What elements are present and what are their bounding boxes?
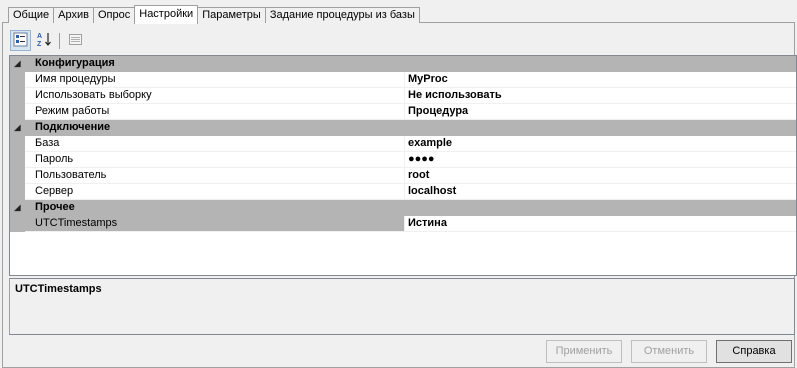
property-name: UTCTimestamps	[25, 216, 405, 232]
property-value[interactable]: MyProc	[405, 72, 796, 88]
tab-general[interactable]: Общие	[8, 7, 55, 23]
property-row-mode[interactable]: Режим работы Процедура	[10, 104, 796, 120]
property-value[interactable]: localhost	[405, 184, 796, 200]
property-row-password[interactable]: Пароль ●●●●	[10, 152, 796, 168]
tab-archive[interactable]: Архив	[53, 7, 94, 23]
toolbar-separator	[59, 32, 60, 49]
property-name: Имя процедуры	[25, 72, 405, 88]
tab-poll[interactable]: Опрос	[93, 7, 136, 23]
category-label: Подключение	[35, 121, 111, 133]
category-label: Прочее	[35, 201, 75, 213]
tab-strip: Общие Архив Опрос Настройки Параметры За…	[8, 5, 420, 24]
property-grid[interactable]: ◢ Конфигурация Имя процедуры MyProc Испо…	[9, 55, 797, 276]
tab-parameters[interactable]: Параметры	[197, 7, 266, 23]
svg-text:A: A	[37, 33, 42, 40]
category-other[interactable]: ◢ Прочее	[10, 200, 796, 216]
property-pages-button[interactable]	[65, 30, 86, 51]
property-value[interactable]: ●●●●	[405, 152, 796, 168]
property-row-server[interactable]: Сервер localhost	[10, 184, 796, 200]
categorized-button[interactable]	[10, 30, 31, 51]
help-button[interactable]: Справка	[716, 340, 792, 363]
alphabetical-button[interactable]: A Z	[33, 30, 54, 51]
property-name: База	[25, 136, 405, 152]
sort-alphabetical-icon: A Z	[36, 31, 52, 50]
property-row-use-selection[interactable]: Использовать выборку Не использовать	[10, 88, 796, 104]
collapse-icon[interactable]: ◢	[10, 120, 25, 136]
collapse-icon[interactable]: ◢	[10, 200, 25, 216]
property-value[interactable]: example	[405, 136, 796, 152]
property-name: Сервер	[25, 184, 405, 200]
property-row-user[interactable]: Пользователь root	[10, 168, 796, 184]
category-connection[interactable]: ◢ Подключение	[10, 120, 796, 136]
category-configuration[interactable]: ◢ Конфигурация	[10, 56, 796, 72]
tab-settings[interactable]: Настройки	[134, 5, 199, 24]
property-value[interactable]: root	[405, 168, 796, 184]
property-pages-icon	[68, 32, 83, 50]
property-row-procedure-name[interactable]: Имя процедуры MyProc	[10, 72, 796, 88]
property-value[interactable]: Истина	[405, 216, 796, 232]
categorized-view-icon	[13, 32, 28, 50]
description-title: UTCTimestamps	[15, 283, 102, 295]
property-row-database[interactable]: База example	[10, 136, 796, 152]
property-name: Использовать выборку	[25, 88, 405, 104]
property-grid-toolbar: A Z	[10, 30, 88, 51]
tab-procedure-from-db[interactable]: Задание процедуры из базы	[264, 7, 420, 23]
property-name: Режим работы	[25, 104, 405, 120]
cancel-button[interactable]: Отменить	[631, 340, 707, 363]
property-value[interactable]: Процедура	[405, 104, 796, 120]
property-name: Пользователь	[25, 168, 405, 184]
description-pane: UTCTimestamps	[9, 278, 795, 335]
apply-button[interactable]: Применить	[546, 340, 622, 363]
collapse-icon[interactable]: ◢	[10, 56, 25, 72]
property-name: Пароль	[25, 152, 405, 168]
property-row-utctimestamps[interactable]: UTCTimestamps Истина	[10, 216, 796, 232]
property-value[interactable]: Не использовать	[405, 88, 796, 104]
svg-text:Z: Z	[37, 41, 42, 47]
category-label: Конфигурация	[35, 57, 115, 69]
